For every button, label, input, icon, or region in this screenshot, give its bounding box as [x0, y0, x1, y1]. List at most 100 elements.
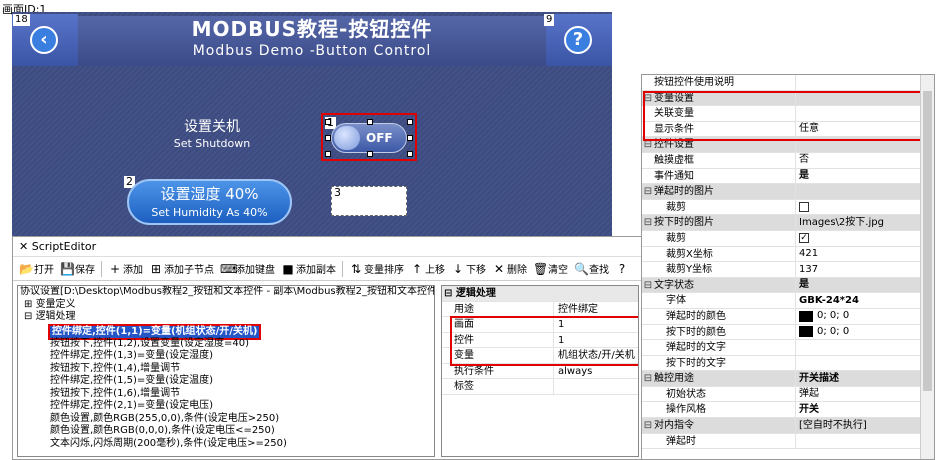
find-button[interactable]: 🔍 查找 [572, 261, 611, 277]
add-button[interactable]: + 添加 [106, 261, 145, 277]
color-swatch[interactable] [799, 326, 813, 338]
property-row[interactable]: ⊟ 触控用途 开关描述 [642, 371, 934, 387]
resize-handle[interactable] [367, 151, 373, 157]
delete-button[interactable]: ✕ 删除 [490, 261, 529, 277]
property-row[interactable]: 字体 GBK-24*24 [642, 293, 934, 309]
row-indent [642, 262, 654, 277]
resize-handle[interactable] [407, 151, 413, 157]
property-value[interactable] [796, 75, 934, 90]
resize-handle[interactable] [325, 135, 331, 141]
property-value[interactable]: 137 [796, 262, 934, 277]
tree-item[interactable]: 控件绑定,控件(2,1)=变量(设定电压) [18, 400, 434, 413]
property-value[interactable] [796, 200, 934, 215]
property-row[interactable]: 初始状态 弹起 [642, 386, 934, 403]
property-value[interactable]: ✓ [796, 231, 934, 246]
set-humidity-button[interactable]: 设置湿度 40% Set Humidity As 40% [127, 179, 292, 225]
collapse-icon[interactable]: ⊟ [642, 278, 654, 293]
row-indent [642, 293, 654, 308]
tree-item[interactable]: 按钮按下,控件(1,6),增量调节 [18, 388, 434, 401]
property-row[interactable]: 裁剪 [642, 199, 934, 216]
property-row[interactable]: 裁剪X坐标 421 [642, 246, 934, 263]
property-value[interactable] [796, 356, 934, 371]
resize-handle[interactable] [325, 119, 331, 125]
collapse-icon[interactable]: ⊟ [642, 184, 654, 199]
move-up-button[interactable]: ↑ 上移 [408, 261, 447, 277]
property-value[interactable] [796, 434, 934, 449]
collapse-icon[interactable]: ⊟ [24, 311, 36, 322]
property-value[interactable]: GBK-24*24 [796, 293, 934, 308]
property-row[interactable]: ⊟ 弹起时的图片 [642, 184, 934, 200]
property-value[interactable]: 0; 0; 0 [796, 325, 934, 340]
toggle-text: OFF [366, 131, 393, 145]
help-button[interactable]: ? [613, 262, 632, 276]
add-child-button[interactable]: ⊞ 添加子节点 [147, 261, 216, 277]
property-value[interactable]: [空自时不执行] [796, 418, 934, 433]
scrollbar-thumb[interactable] [923, 91, 932, 391]
collapse-icon[interactable]: ⊟ [642, 215, 654, 230]
checkbox[interactable]: ✓ [799, 233, 809, 244]
tree-node-logic[interactable]: ⊟ 逻辑处理 [18, 311, 434, 324]
property-value[interactable]: 开关描述 [796, 371, 934, 386]
text-control[interactable]: 3 [331, 186, 407, 216]
property-value[interactable]: 否 [796, 153, 934, 168]
row-indent [642, 247, 654, 262]
add-keyboard-button[interactable]: ⌨ 添加键盘 [218, 261, 277, 277]
property-row[interactable]: ⊟ 文字状态是 [642, 277, 934, 294]
property-row[interactable]: ⊟ 按下时的图片 Images\2按下.jpg [642, 215, 934, 231]
tree-item-selected[interactable]: 控件绑定,控件(1,1)=变量(机组状态/开/关机) [18, 323, 434, 340]
collapse-icon[interactable]: ⊟ [642, 418, 654, 433]
property-row[interactable]: ⊟ 对内指令 [空自时不执行] [642, 418, 934, 434]
sort-vars-button[interactable]: ⇅ 变量排序 [347, 261, 406, 277]
help-button[interactable]: ? [546, 14, 612, 66]
prop-row[interactable]: 用途 控件绑定 [442, 301, 638, 317]
tree-item[interactable]: 按钮按下,控件(1,2),设置变量(设定湿度=40) [18, 338, 434, 351]
tree-item[interactable]: 颜色设置,颜色RGB(255,0,0),条件(设定电压>250) [18, 413, 434, 426]
tree-item[interactable]: 控件绑定,控件(1,5)=变量(设定温度) [18, 375, 434, 388]
property-value[interactable]: 开关 [796, 402, 934, 417]
property-row[interactable]: 事件通知是 [642, 168, 934, 185]
tree-node-var-def[interactable]: ⊞ 变量定义 [18, 299, 434, 312]
color-swatch[interactable] [799, 310, 813, 322]
property-row[interactable]: 裁剪Y坐标 137 [642, 262, 934, 278]
scrollbar[interactable] [920, 75, 934, 459]
property-row[interactable]: 弹起时 [642, 433, 934, 450]
toggle-selection[interactable]: 1 OFF [321, 113, 417, 161]
resize-handle[interactable] [407, 119, 413, 125]
clear-button[interactable]: 🗑 清空 [531, 261, 570, 277]
highlight-box [643, 91, 934, 141]
property-row[interactable]: 按下时的颜色 0; 0; 0 [642, 324, 934, 341]
property-value[interactable]: 是 [796, 169, 934, 184]
tree-item[interactable]: 按钮按下,控件(1,4),增量调节 [18, 363, 434, 376]
resize-handle[interactable] [367, 119, 373, 125]
property-row[interactable]: 按钮控件使用说明 [642, 75, 934, 91]
move-down-button[interactable]: ↓ 下移 [449, 261, 488, 277]
save-button[interactable]: 💾 保存 [58, 261, 97, 277]
property-value-text: 是 [799, 279, 809, 291]
expand-icon[interactable]: ⊞ [24, 299, 36, 310]
tree-item[interactable]: 控件绑定,控件(1,3)=变量(设定湿度) [18, 350, 434, 363]
property-row[interactable]: 触摸虚框否 [642, 152, 934, 169]
property-value[interactable]: 0; 0; 0 [796, 309, 934, 324]
tree-root[interactable]: 协议设置[D:\Desktop\Modbus教程2_按钮和文本控件 - 副本\M… [18, 286, 434, 299]
property-value[interactable]: Images\2按下.jpg [796, 215, 934, 230]
resize-handle[interactable] [325, 151, 331, 157]
shutdown-toggle[interactable]: OFF [331, 123, 407, 153]
property-row[interactable]: 弹起时的颜色 0; 0; 0 [642, 308, 934, 325]
open-button[interactable]: 📂 打开 [17, 261, 56, 277]
tree-item[interactable]: 文本闪烁,闪烁周期(200毫秒),条件(设定电压>=250) [18, 438, 434, 451]
collapse-icon[interactable]: ⊟ [642, 371, 654, 386]
property-value[interactable] [796, 184, 934, 199]
property-value[interactable]: 421 [796, 247, 934, 262]
tree-item[interactable]: 颜色设置,颜色RGB(0,0,0),条件(设定电压<=250) [18, 425, 434, 438]
resize-handle[interactable] [407, 135, 413, 141]
property-row[interactable]: 按下时的文字 [642, 355, 934, 372]
property-row[interactable]: 弹起时的文字 [642, 340, 934, 356]
property-value[interactable] [796, 340, 934, 355]
property-row[interactable]: 裁剪 ✓ [642, 230, 934, 247]
add-copy-button[interactable]: ■ 添加副本 [279, 261, 338, 277]
checkbox[interactable] [799, 202, 809, 213]
property-value[interactable]: 是 [796, 278, 934, 293]
property-row[interactable]: 操作风格 开关 [642, 402, 934, 419]
property-value[interactable]: 弹起 [796, 387, 934, 402]
prop-row[interactable]: 标签 [442, 379, 638, 395]
